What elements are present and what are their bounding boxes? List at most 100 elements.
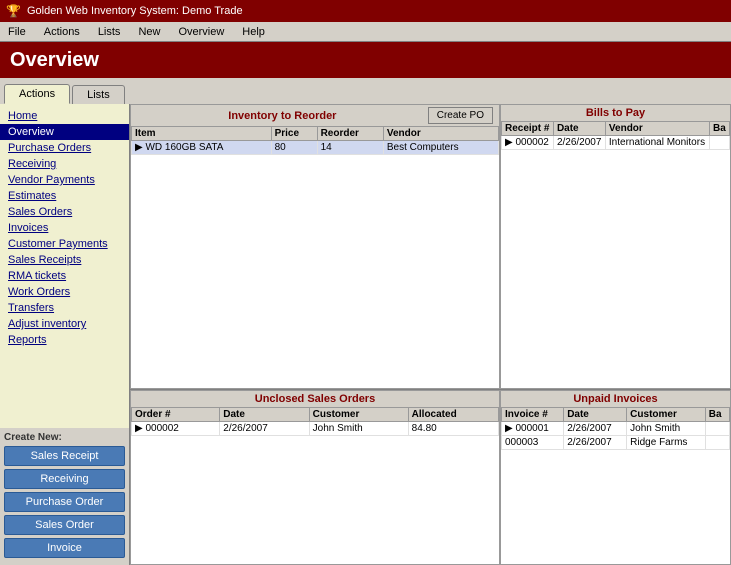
so-col-order: Order # [132, 408, 220, 422]
bills-panel-header: Bills to Pay [501, 105, 730, 121]
inv-row-date-1: 2/26/2007 [564, 422, 627, 436]
menu-overview[interactable]: Overview [174, 25, 228, 39]
nav-overview[interactable]: Overview [0, 124, 129, 140]
unpaid-invoices-table: Invoice # Date Customer Ba ▶ 000001 2/26… [501, 407, 730, 450]
bills-row-ba [710, 136, 730, 150]
menu-bar: File Actions Lists New Overview Help [0, 22, 731, 42]
menu-new[interactable]: New [134, 25, 164, 39]
nav-work-orders[interactable]: Work Orders [0, 284, 129, 300]
nav-invoices[interactable]: Invoices [0, 220, 129, 236]
menu-lists[interactable]: Lists [94, 25, 125, 39]
inventory-panel-header: Inventory to Reorder Create PO [131, 105, 499, 126]
page-title: Overview [10, 49, 99, 72]
inv-row-customer-2: Ridge Farms [627, 436, 706, 450]
main-layout: Home Overview Purchase Orders Receiving … [0, 104, 731, 565]
nav-estimates[interactable]: Estimates [0, 188, 129, 204]
page-title-bar: Overview [0, 42, 731, 78]
nav-home[interactable]: Home [0, 108, 129, 124]
inventory-col-reorder: Reorder [317, 127, 383, 141]
sales-orders-panel-title: Unclosed Sales Orders [137, 393, 493, 405]
inventory-panel-title: Inventory to Reorder [137, 110, 428, 122]
tab-bar: Actions Lists [0, 78, 731, 104]
inventory-table: Item Price Reorder Vendor ▶ WD 160GB SAT… [131, 126, 499, 155]
create-po-button[interactable]: Create PO [428, 107, 493, 124]
inv-row-customer-1: John Smith [627, 422, 706, 436]
create-sales-order-button[interactable]: Sales Order [4, 515, 125, 535]
inv-row-invoice-2: 000003 [502, 436, 564, 450]
menu-help[interactable]: Help [238, 25, 269, 39]
tab-lists[interactable]: Lists [72, 85, 125, 104]
nav-rma-tickets[interactable]: RMA tickets [0, 268, 129, 284]
so-col-allocated: Allocated [408, 408, 498, 422]
inventory-col-price: Price [271, 127, 317, 141]
sidebar: Home Overview Purchase Orders Receiving … [0, 104, 130, 565]
content-area: Inventory to Reorder Create PO Item Pric… [130, 104, 731, 565]
create-receiving-button[interactable]: Receiving [4, 469, 125, 489]
bills-col-vendor: Vendor [605, 122, 709, 136]
nav-sales-orders[interactable]: Sales Orders [0, 204, 129, 220]
inventory-row-vendor: Best Computers [383, 141, 498, 155]
bottom-panels: Unclosed Sales Orders Order # Date Custo… [130, 390, 731, 565]
inv-col-invoice: Invoice # [502, 408, 564, 422]
nav-transfers[interactable]: Transfers [0, 300, 129, 316]
title-bar: 🏆 Golden Web Inventory System: Demo Trad… [0, 0, 731, 22]
sales-orders-table: Order # Date Customer Allocated ▶ 000002… [131, 407, 499, 436]
create-invoice-button[interactable]: Invoice [4, 538, 125, 558]
table-row[interactable]: ▶ WD 160GB SATA 80 14 Best Computers [132, 141, 499, 155]
bills-col-ba: Ba [710, 122, 730, 136]
sidebar-nav: Home Overview Purchase Orders Receiving … [0, 104, 129, 428]
nav-customer-payments[interactable]: Customer Payments [0, 236, 129, 252]
create-new-label: Create New: [4, 432, 125, 443]
inv-row-invoice-1: ▶ 000001 [502, 422, 564, 436]
menu-actions[interactable]: Actions [40, 25, 84, 39]
table-row[interactable]: ▶ 000001 2/26/2007 John Smith [502, 422, 730, 436]
inv-col-date: Date [564, 408, 627, 422]
app-title: Golden Web Inventory System: Demo Trade [27, 5, 243, 17]
tab-actions[interactable]: Actions [4, 84, 70, 104]
inv-row-date-2: 2/26/2007 [564, 436, 627, 450]
nav-sales-receipts[interactable]: Sales Receipts [0, 252, 129, 268]
unpaid-invoices-panel: Unpaid Invoices Invoice # Date Customer … [500, 390, 731, 565]
sales-orders-panel-header: Unclosed Sales Orders [131, 391, 499, 407]
table-row[interactable]: 000003 2/26/2007 Ridge Farms [502, 436, 730, 450]
inv-col-customer: Customer [627, 408, 706, 422]
bills-col-date: Date [553, 122, 605, 136]
sales-orders-panel: Unclosed Sales Orders Order # Date Custo… [130, 390, 500, 565]
so-row-allocated: 84.80 [408, 422, 498, 436]
top-panels: Inventory to Reorder Create PO Item Pric… [130, 104, 731, 390]
so-col-date: Date [220, 408, 309, 422]
table-row[interactable]: ▶ 000002 2/26/2007 John Smith 84.80 [132, 422, 499, 436]
inv-row-ba-1 [705, 422, 729, 436]
inv-row-ba-2 [705, 436, 729, 450]
so-row-customer: John Smith [309, 422, 408, 436]
inventory-panel: Inventory to Reorder Create PO Item Pric… [130, 104, 500, 389]
bills-panel-title: Bills to Pay [507, 107, 724, 119]
nav-purchase-orders[interactable]: Purchase Orders [0, 140, 129, 156]
unpaid-invoices-panel-title: Unpaid Invoices [507, 393, 724, 405]
bills-col-receipt: Receipt # [502, 122, 554, 136]
so-col-customer: Customer [309, 408, 408, 422]
row-arrow: ▶ WD 160GB SATA [132, 141, 272, 155]
inv-col-ba: Ba [705, 408, 729, 422]
nav-adjust-inventory[interactable]: Adjust inventory [0, 316, 129, 332]
table-row[interactable]: ▶ 000002 2/26/2007 International Monitor… [502, 136, 730, 150]
so-row-date: 2/26/2007 [220, 422, 309, 436]
nav-vendor-payments[interactable]: Vendor Payments [0, 172, 129, 188]
bills-row-vendor: International Monitors [605, 136, 709, 150]
nav-reports[interactable]: Reports [0, 332, 129, 348]
create-sales-receipt-button[interactable]: Sales Receipt [4, 446, 125, 466]
bills-row-receipt: ▶ 000002 [502, 136, 554, 150]
create-new-section: Create New: Sales Receipt Receiving Purc… [0, 428, 129, 565]
menu-file[interactable]: File [4, 25, 30, 39]
app-icon: 🏆 [6, 4, 21, 18]
bills-panel: Bills to Pay Receipt # Date Vendor Ba ▶ [500, 104, 731, 389]
inventory-row-price: 80 [271, 141, 317, 155]
unpaid-invoices-panel-header: Unpaid Invoices [501, 391, 730, 407]
inventory-col-item: Item [132, 127, 272, 141]
create-purchase-order-button[interactable]: Purchase Order [4, 492, 125, 512]
bills-row-date: 2/26/2007 [553, 136, 605, 150]
inventory-col-vendor: Vendor [383, 127, 498, 141]
nav-receiving[interactable]: Receiving [0, 156, 129, 172]
inventory-row-reorder: 14 [317, 141, 383, 155]
so-row-order: ▶ 000002 [132, 422, 220, 436]
